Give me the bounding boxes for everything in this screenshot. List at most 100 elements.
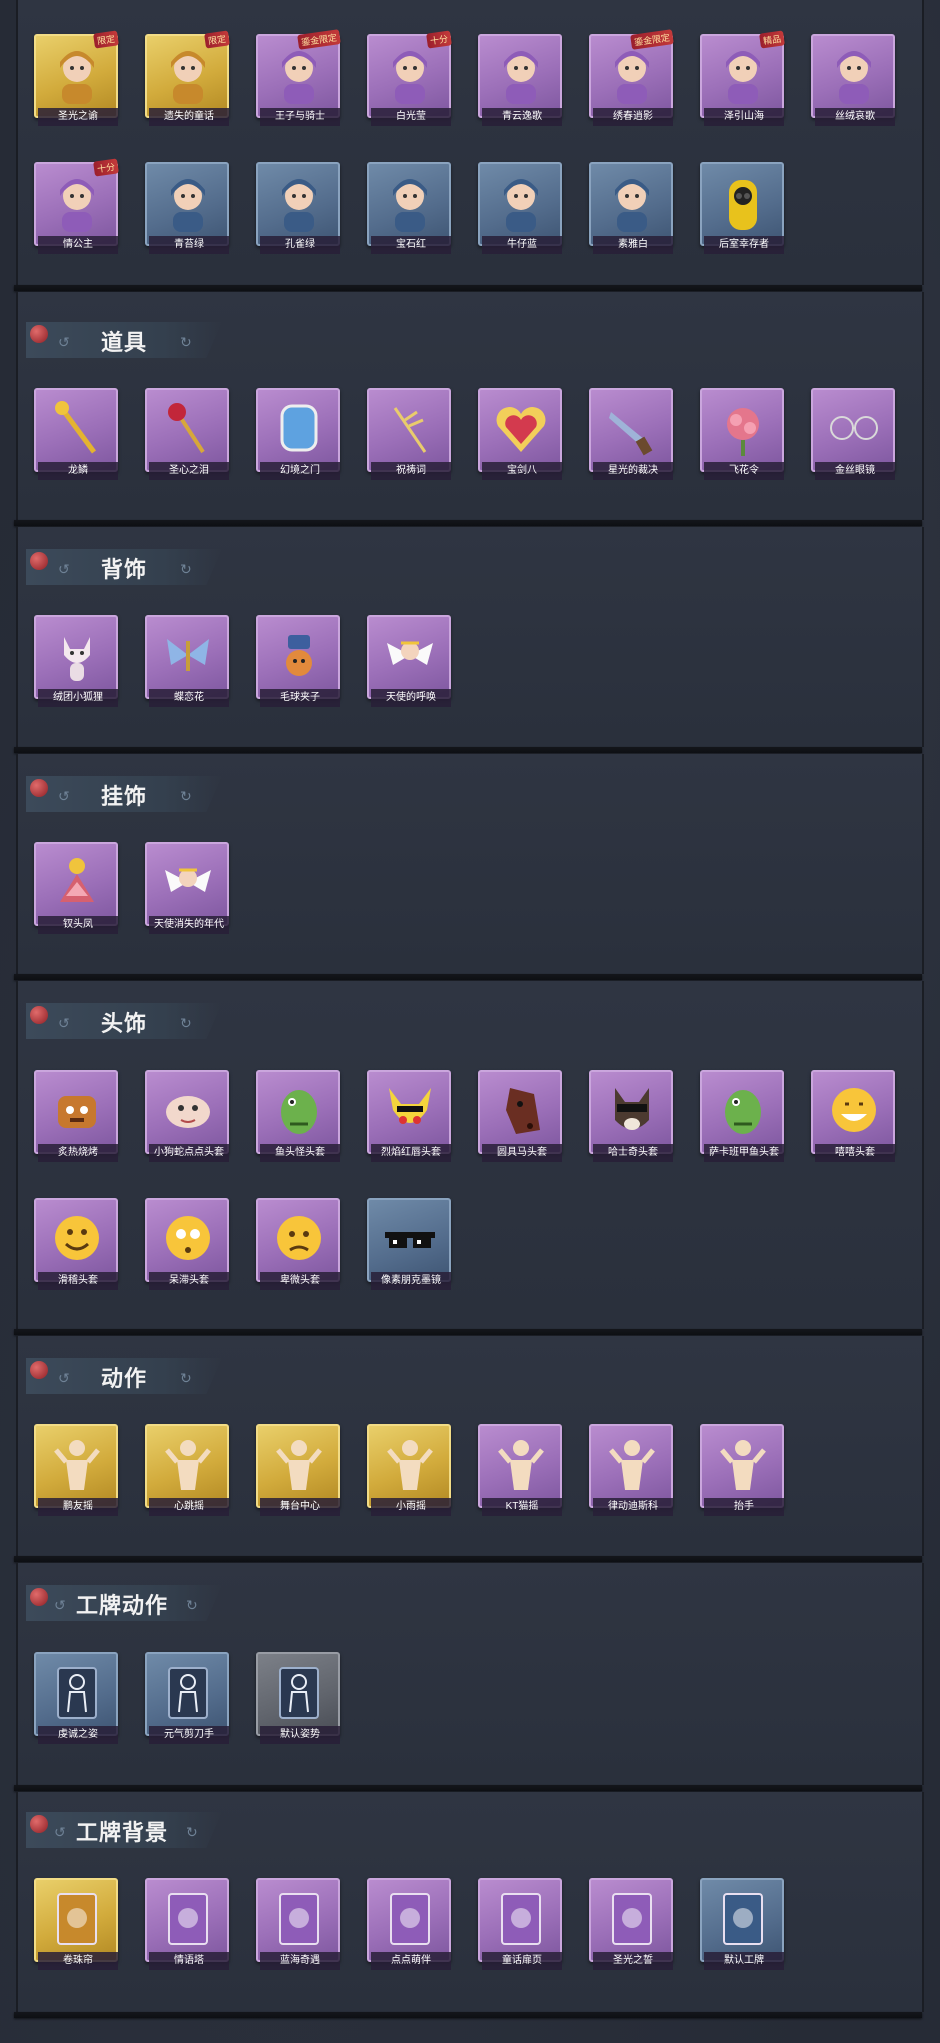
item-tile[interactable]: 滑稽头套 [34,1198,118,1294]
item-tile[interactable]: 钗头凤 [34,842,118,938]
item-tile[interactable]: 丝绒哀歌 [811,34,895,130]
item-card: 童话扉页 [478,1878,562,1970]
swirl-icon: ↻ [186,1824,198,1840]
item-tile[interactable]: 素雅白 [589,162,673,258]
item-label: 小雨摇 [371,1498,451,1516]
item-tile[interactable]: 点点萌伴 [367,1878,451,1974]
item-tile[interactable]: 圣光之谕 限定 [34,30,119,130]
item-tile[interactable]: 龙鳞 [34,388,118,484]
item-label: 幻境之门 [260,462,340,480]
item-tile[interactable]: 青苔绿 [145,162,229,258]
item-tile[interactable]: 抬手 [700,1424,784,1520]
item-card: 后室幸存者 [700,162,784,254]
item-tile[interactable]: 后室幸存者 [700,162,784,258]
item-tile[interactable]: 蓝海奇遇 [256,1878,340,1974]
item-tile[interactable]: 童话扉页 [478,1878,562,1974]
item-label: 钗头凤 [38,916,118,934]
item-tile[interactable]: 小雨摇 [367,1424,451,1520]
item-tile[interactable]: 律动迪斯科 [589,1424,673,1520]
item-tile[interactable]: 蝶恋花 [145,615,229,711]
item-tile[interactable]: 金丝眼镜 [811,388,895,484]
item-tile[interactable]: 烈焰红唇头套 [367,1070,451,1166]
item-label: 圣光之誓 [593,1952,673,1970]
item-label: 情语塔 [149,1952,229,1970]
swirl-icon: ↻ [180,788,192,804]
item-card: 绣春逍影 鎏金限定 [589,29,674,126]
item-card: 天使消失的年代 [145,842,229,934]
item-tile[interactable]: 祝祷词 [367,388,451,484]
item-label: 毛球夹子 [260,689,340,707]
swirl-icon: ↺ [58,334,70,350]
item-tile[interactable]: 心跳摇 [145,1424,229,1520]
item-tile[interactable]: 孔雀绿 [256,162,340,258]
item-label: 金丝眼镜 [815,462,895,480]
item-label: 圣光之谕 [38,108,118,126]
item-card: 默认工牌 [700,1878,784,1970]
item-label: 元气剪刀手 [149,1726,229,1744]
item-tile[interactable]: 绣春逍影 鎏金限定 [589,29,674,130]
item-tile[interactable]: 舞台中心 [256,1424,340,1520]
item-tile[interactable]: 默认工牌 [700,1878,784,1974]
item-label: 蓝海奇遇 [260,1952,340,1970]
item-label: 素雅白 [593,236,673,254]
item-tile[interactable]: 绒团小狐狸 [34,615,118,711]
item-tile[interactable]: 星光的裁决 [589,388,673,484]
item-card: 蝶恋花 [145,615,229,707]
item-label: 圆具马头套 [482,1144,562,1162]
item-tile[interactable]: 青云逸歌 [478,34,562,130]
item-tile[interactable]: 哈士奇头套 [589,1070,673,1166]
section-title: 挂饰 [101,784,148,809]
item-tile[interactable]: 鹏友摇 [34,1424,118,1520]
item-tile[interactable]: 宝石红 [367,162,451,258]
item-card: 元气剪刀手 [145,1652,229,1744]
item-card: 默认姿势 [256,1652,340,1744]
item-tile[interactable]: 卷珠帘 [34,1878,118,1974]
item-tile[interactable]: 小狗蛇点点头套 [145,1070,229,1166]
item-tile[interactable]: 呆滞头套 [145,1198,229,1294]
pin-icon [30,779,48,797]
item-card: 丝绒哀歌 [811,34,895,126]
item-tile[interactable]: 泽引山海 精品 [700,30,785,130]
item-card: 小狗蛇点点头套 [145,1070,229,1162]
item-tile[interactable]: 圣光之誓 [589,1878,673,1974]
item-tile[interactable]: 牛仔蓝 [478,162,562,258]
pin-icon [30,325,48,343]
item-tile[interactable]: 王子与骑士 鎏金限定 [256,29,341,130]
item-card: 祝祷词 [367,388,451,480]
item-tile[interactable]: 圣心之泪 [145,388,229,484]
item-tile[interactable]: 遗失的童话 限定 [145,30,230,130]
limited-badge: 精品 [759,30,785,49]
item-tile[interactable]: 情公主 十分 [34,158,119,258]
item-tile[interactable]: 情语塔 [145,1878,229,1974]
item-tile[interactable]: 天使的呼唤 [367,615,451,711]
item-tile[interactable]: 默认姿势 [256,1652,340,1748]
item-tile[interactable]: 圆具马头套 [478,1070,562,1166]
item-card: 抬手 [700,1424,784,1516]
item-card: 白光莹 十分 [367,30,452,126]
item-card: 烈焰红唇头套 [367,1070,451,1162]
item-tile[interactable]: 鱼头怪头套 [256,1070,340,1166]
swirl-icon: ↺ [54,1824,66,1840]
item-tile[interactable]: 幻境之门 [256,388,340,484]
item-label: 点点萌伴 [371,1952,451,1970]
item-card: 小雨摇 [367,1424,451,1516]
item-tile[interactable]: 虔诚之姿 [34,1652,118,1748]
item-label: 像素朋克墨镜 [371,1272,451,1290]
swirl-icon: ↻ [180,561,192,577]
item-tile[interactable]: KT猫摇 [478,1424,562,1520]
item-tile[interactable]: 白光莹 十分 [367,30,452,130]
item-tile[interactable]: 卑微头套 [256,1198,340,1294]
item-card: 星光的裁决 [589,388,673,480]
item-tile[interactable]: 飞花令 [700,388,784,484]
item-tile[interactable]: 天使消失的年代 [145,842,229,938]
item-tile[interactable]: 元气剪刀手 [145,1652,229,1748]
section-title: 头饰 [101,1011,148,1036]
swirl-icon: ↻ [180,1015,192,1031]
item-tile[interactable]: 毛球夹子 [256,615,340,711]
item-tile[interactable]: 像素朋克墨镜 [367,1198,451,1294]
item-tile[interactable]: 炙热烧烤 [34,1070,118,1166]
item-tile[interactable]: 萨卡班甲鱼头套 [700,1070,784,1166]
swirl-icon: ↺ [58,1015,70,1031]
item-tile[interactable]: 嘻嘻头套 [811,1070,895,1166]
item-tile[interactable]: 宝剑八 [478,388,562,484]
